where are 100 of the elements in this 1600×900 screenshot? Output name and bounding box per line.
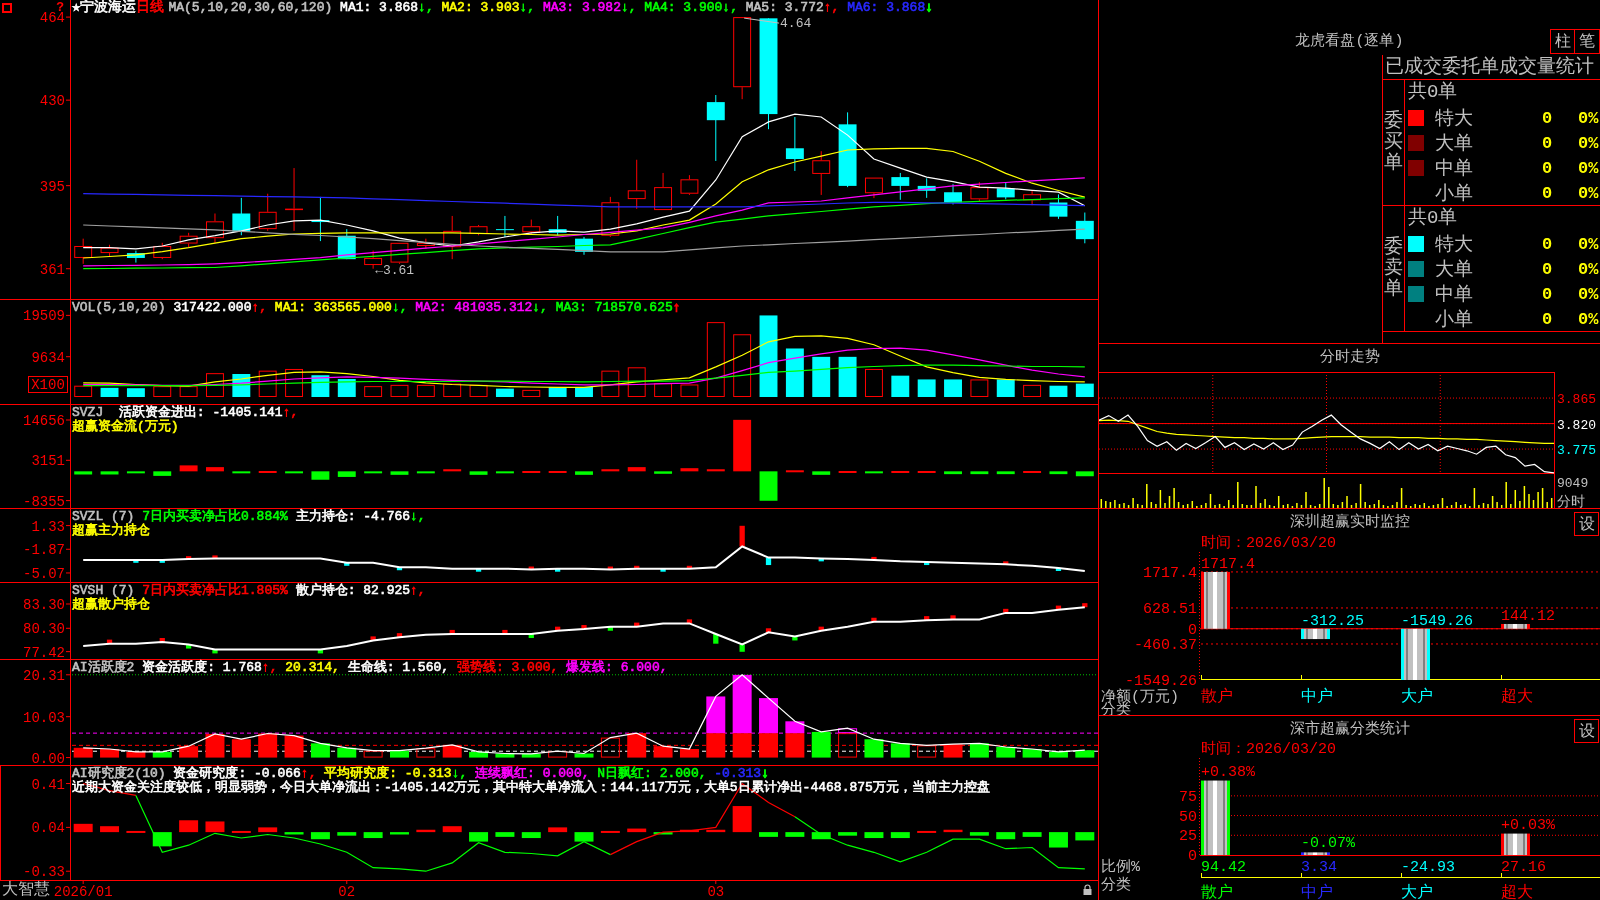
indicator-note: 超赢散户持仓 <box>72 598 150 612</box>
axis-label: 3.775 <box>1557 443 1596 459</box>
axis-label: 0 <box>1188 848 1197 865</box>
change-label: -0.07% <box>1301 835 1355 853</box>
axis-label: 0.41 <box>31 776 65 793</box>
order-share: 0% <box>1578 284 1599 304</box>
axis-label: 0.04 <box>31 820 65 837</box>
order-size-label: 中单 <box>1435 283 1473 307</box>
order-count: 0 <box>1542 259 1553 279</box>
change-label: +0.03% <box>1501 816 1555 834</box>
order-size-label: 特大 <box>1435 233 1473 257</box>
order-total: 共0单 <box>1407 80 1458 105</box>
order-size-label: 大单 <box>1435 258 1473 282</box>
axis-label: -8355 <box>23 493 65 508</box>
value-label: -312.25 <box>1301 612 1364 630</box>
low-price-label: ←3.61 <box>375 262 415 278</box>
order-share: 0% <box>1578 133 1599 153</box>
axis-label: -1549.26 <box>1125 673 1197 690</box>
axis-label: 628.51 <box>1143 600 1197 618</box>
axis-label: 75 <box>1179 788 1197 806</box>
category-label: 大户 <box>1401 688 1433 706</box>
value-label: 3.34 <box>1301 859 1337 876</box>
order-share: 0% <box>1578 309 1599 329</box>
value-label: 27.16 <box>1501 859 1546 876</box>
axis-label: 83.30 <box>23 597 65 613</box>
order-size-label: 大单 <box>1435 132 1473 156</box>
value-label: 94.42 <box>1201 859 1246 876</box>
axis-label: -0.33 <box>23 864 65 881</box>
order-size-label: 小单 <box>1435 182 1473 206</box>
axis-label: 3.820 <box>1557 417 1596 433</box>
annotation: 4.64 <box>780 16 812 32</box>
section-title: 深市超赢分类统计 <box>1289 720 1410 739</box>
order-share: 0% <box>1578 259 1599 279</box>
value-label: 144.12 <box>1501 608 1555 625</box>
order-size-label: 中单 <box>1435 157 1473 181</box>
indicator-legend: VOL(5,10,20) 317422.000↑, MA1: 363565.000↓, MA2: 481035.312↓, MA3: 718570.625↑ <box>72 301 681 315</box>
order-share: 0% <box>1578 158 1599 178</box>
category-label: 大户 <box>1401 884 1433 900</box>
order-count: 0 <box>1542 234 1553 254</box>
axis-label: 14656 <box>23 413 65 429</box>
order-count: 0 <box>1542 108 1553 128</box>
volume-scale-label: 9049 <box>1557 476 1589 491</box>
axis-label: 80.30 <box>23 621 65 638</box>
axis-label: -460.37 <box>1134 637 1197 654</box>
value-label: -1549.26 <box>1401 612 1473 630</box>
axis-label: 9634 <box>31 349 65 366</box>
axis-label: 25 <box>1179 828 1197 846</box>
section-title: 分时走势 <box>1319 349 1380 367</box>
category-label: 超大 <box>1501 688 1533 706</box>
axis-label: 1.33 <box>31 518 65 535</box>
value-label: -24.93 <box>1401 859 1455 876</box>
order-count: 0 <box>1542 183 1553 203</box>
axis-label: 464 <box>39 10 65 27</box>
order-share: 0% <box>1578 108 1599 128</box>
category-label: 中户 <box>1301 688 1333 706</box>
axis-title: 比例% <box>1101 859 1140 876</box>
date-time-label: 时间：2026/03/20 <box>1201 535 1336 552</box>
change-label: +0.38% <box>1201 763 1255 781</box>
date-label: 2026/01 <box>53 884 113 900</box>
axis-title: 分类 <box>1101 877 1131 894</box>
category-label: 散户 <box>1201 884 1233 900</box>
high-price-label: 4.64 <box>743 16 812 32</box>
axis-label: 10.03 <box>23 709 65 726</box>
period-label: 分时 <box>1557 494 1585 508</box>
order-share: 0% <box>1578 234 1599 254</box>
indicator-legend: MA(5,10,20,30,60,120) MA1: 3.868↓, MA2: 3.903↓, MA3: 3.982↓, MA4: 3.900↓, MA5: 3.772↑, MA6: 3.868↓ <box>168 0 933 15</box>
axis-label: 1717.4 <box>1143 564 1197 582</box>
date-label: 03 <box>707 884 725 900</box>
order-count: 0 <box>1542 133 1553 153</box>
indicator-note: 超赢主力持仓 <box>72 524 150 538</box>
order-total: 共0单 <box>1407 206 1458 231</box>
axis-label: 19509 <box>23 308 65 325</box>
axis-label: 77.42 <box>23 644 65 659</box>
order-count: 0 <box>1542 309 1553 329</box>
axis-label: 0.00 <box>31 750 65 765</box>
order-size-label: 小单 <box>1435 308 1473 332</box>
axis-label: -1.87 <box>23 542 65 559</box>
table-title: 已成交委托单成交量统计 <box>1383 55 1600 80</box>
group-label: 委卖单 <box>1384 237 1403 300</box>
group-label: 委买单 <box>1384 111 1403 174</box>
axis-label: -5.07 <box>23 565 65 582</box>
indicator-legend: SVZL (7) 7日内买卖净占比0.884% 主力持仓: -4.766↓, <box>72 510 426 524</box>
axis-label: 430 <box>39 93 65 110</box>
indicator-legend: SVSH (7) 7日内买卖净占比1.805% 散户持仓: 82.925↑, <box>72 584 426 598</box>
indicator-legend: AI研究度2(10) 资金研究度: -0.066↑, 平均研究度: -0.313↓, 连续飘红: 0.000, N日飘红: 2.000, -0.313↓ <box>72 767 769 781</box>
order-count: 0 <box>1542 158 1553 178</box>
category-label: 中户 <box>1301 884 1333 900</box>
section-title: 深圳超赢实时监控 <box>1289 513 1410 532</box>
date-time-label: 时间：2026/03/20 <box>1201 741 1336 758</box>
axis-label: 361 <box>39 261 65 278</box>
order-share: 0% <box>1578 183 1599 203</box>
order-size-label: 特大 <box>1435 107 1473 131</box>
category-label: 散户 <box>1201 688 1233 706</box>
axis-label: 50 <box>1179 808 1197 826</box>
axis-label: 20.31 <box>23 667 65 684</box>
order-count: 0 <box>1542 284 1553 304</box>
date-label: 02 <box>338 884 356 900</box>
indicator-legend: AI活跃度2 资金活跃度: 1.768↑, 20.314, 生命线: 1.560, 强势线: 3.000, 爆发线: 6.000, <box>72 661 668 675</box>
axis-label: 395 <box>39 178 65 195</box>
axis-label: 3.865 <box>1557 392 1596 408</box>
